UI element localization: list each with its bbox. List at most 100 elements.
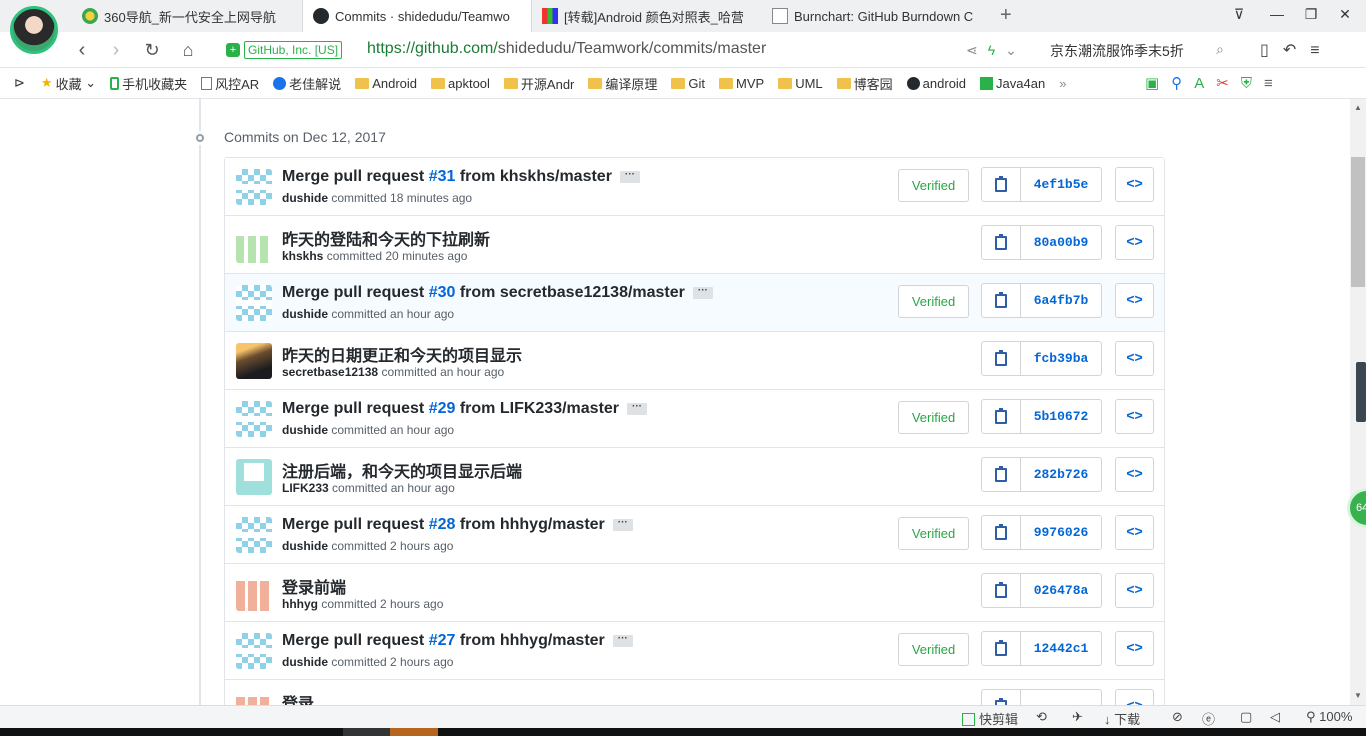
commit-title[interactable]: Merge pull request #28 from hhhyg/master… [282,516,633,534]
commit-sha-link[interactable]: 5b10672 [1021,400,1101,433]
bookmark-android[interactable]: Android [355,76,417,91]
commit-message[interactable]: Merge pull request [282,168,429,185]
scissors-icon[interactable]: ✂ [1216,75,1241,92]
browse-code-button[interactable]: <> [1115,225,1154,260]
user-avatar[interactable] [10,6,58,54]
pull-request-link[interactable]: #27 [429,632,456,649]
commit-title[interactable]: 登录前端 [282,574,346,598]
copy-sha-button[interactable] [982,168,1021,201]
chevron-down-icon[interactable]: ⌄ [1005,42,1027,58]
copy-sha-button[interactable] [982,400,1021,433]
bookmark-uml[interactable]: UML [778,76,823,91]
translate-icon[interactable]: A [1194,75,1216,92]
bookmark-open-android[interactable]: 开源Andr [503,74,574,93]
scroll-up-icon[interactable]: ▲ [1354,103,1362,112]
refresh-icon[interactable]: ⟲ [1036,709,1047,725]
commit-author[interactable]: dushide [282,655,328,669]
maximize-icon[interactable]: ❐ [1300,6,1322,26]
browse-code-button[interactable]: <> [1115,399,1154,434]
copy-sha-button[interactable] [982,284,1021,317]
menu-icon[interactable]: ≡ [1264,75,1285,92]
back-icon[interactable]: ‹ [70,38,94,62]
commit-sha-link[interactable]: 026478a [1021,574,1101,607]
taskbar-item[interactable] [390,728,438,736]
bookmark-android-gh[interactable]: android [906,76,966,91]
browse-code-button[interactable]: <> [1115,689,1154,705]
commit-message[interactable]: Merge pull request [282,516,429,533]
download-button[interactable]: ↓ 下载 [1104,709,1140,728]
avatar[interactable] [236,343,272,379]
browse-code-button[interactable]: <> [1115,283,1154,318]
ellipsis-expand-button[interactable]: ··· [619,169,640,183]
avatar[interactable] [236,633,272,669]
security-indicator[interactable]: + GitHub, Inc. [US] [226,40,343,60]
commit-author[interactable]: dushide [282,539,328,553]
commit-author[interactable]: dushide [282,191,328,205]
commit-message[interactable]: Merge pull request [282,632,429,649]
copy-sha-button[interactable] [982,458,1021,491]
ellipsis-expand-button[interactable]: ··· [692,285,713,299]
minimize-icon[interactable]: — [1266,6,1288,26]
bookmark-laojia[interactable]: 老佳解说 [273,74,341,93]
commit-message[interactable]: 登录前端 [282,580,346,597]
bookmark-fengkong[interactable]: 风控AR [201,74,259,93]
commit-sha-link[interactable]: 282b726 [1021,458,1101,491]
sidebar-toggle-icon[interactable]: ⊳ [14,75,25,91]
avatar[interactable] [236,517,272,553]
tab-360-nav[interactable]: 360导航_新一代安全上网导航 [72,0,302,32]
pull-request-link[interactable]: #30 [429,284,456,301]
pull-request-link[interactable]: #29 [429,400,456,417]
commit-title[interactable]: Merge pull request #30 from secretbase12… [282,284,713,302]
commit-author[interactable]: LIFK233 [282,481,329,495]
search-input[interactable]: 京东潮流服饰季末5折 [1050,41,1184,61]
commit-sha-link[interactable] [1021,690,1101,705]
bookmark-mobile[interactable]: 手机收藏夹 [110,74,187,93]
more-bookmarks-icon[interactable]: » [1059,76,1066,91]
commit-sha-link[interactable]: 9976026 [1021,516,1101,549]
browse-code-button[interactable]: <> [1115,167,1154,202]
verified-badge[interactable]: Verified [898,517,969,550]
avatar[interactable] [236,459,272,495]
commit-message[interactable]: 注册后端，和今天的项目显示后端 [282,464,522,481]
new-tab-button[interactable]: + [1000,4,1012,27]
taskbar-item[interactable] [343,728,390,736]
zoom-control[interactable]: ⚲ 100% [1306,709,1352,725]
commit-author[interactable]: hhhyg [282,597,318,611]
volume-icon[interactable]: ◁ [1270,709,1280,725]
copy-sha-button[interactable] [982,632,1021,665]
share-icon[interactable]: ⋖ [966,42,988,58]
tab-commits[interactable]: Commits · shidedudu/Teamwork [302,0,532,32]
ellipsis-expand-button[interactable]: ··· [627,401,648,415]
scrollbar-thumb[interactable] [1351,157,1365,287]
ellipsis-expand-button[interactable]: ··· [612,633,633,647]
pull-request-link[interactable]: #28 [429,516,456,533]
url-field[interactable]: https://github.com/shidedudu/Teamwork/co… [367,40,766,58]
commit-title[interactable]: Merge pull request #29 from LIFK233/mast… [282,400,648,418]
gauge-widget[interactable] [1356,362,1366,422]
verified-badge[interactable]: Verified [898,633,969,666]
close-icon[interactable]: ✕ [1334,6,1356,26]
verified-badge[interactable]: Verified [898,169,969,202]
commit-title[interactable]: 昨天的登陆和今天的下拉刷新 [282,226,490,250]
commit-message[interactable]: 昨天的日期更正和今天的项目显示 [282,348,522,365]
verified-badge[interactable]: Verified [898,401,969,434]
commit-sha-link[interactable]: 4ef1b5e [1021,168,1101,201]
bookmark-java4an[interactable]: Java4an [980,76,1045,91]
search-icon[interactable]: ⌕ [1216,41,1224,58]
copy-sha-button[interactable] [982,342,1021,375]
commit-message[interactable]: Merge pull request [282,400,429,417]
bookmark-compiler[interactable]: 编译原理 [588,74,657,93]
browse-code-button[interactable]: <> [1115,573,1154,608]
bookmark-git[interactable]: Git [671,76,705,91]
copy-sha-button[interactable] [982,690,1021,705]
skin-icon[interactable]: ⊽ [1228,6,1250,26]
tab-burnchart[interactable]: Burnchart: GitHub Burndown C [762,0,994,32]
reload-icon[interactable]: ↻ [140,38,164,62]
commit-sha-link[interactable]: fcb39ba [1021,342,1101,375]
avatar[interactable] [236,401,272,437]
commit-message[interactable]: Merge pull request [282,284,429,301]
commit-title[interactable]: Merge pull request #31 from khskhs/maste… [282,168,640,186]
tab-android-colors[interactable]: [转载]Android 颜色对照表_哈营 [532,0,762,32]
tool-icon[interactable]: ✈ [1072,709,1083,725]
commit-sha-link[interactable]: 12442c1 [1021,632,1101,665]
